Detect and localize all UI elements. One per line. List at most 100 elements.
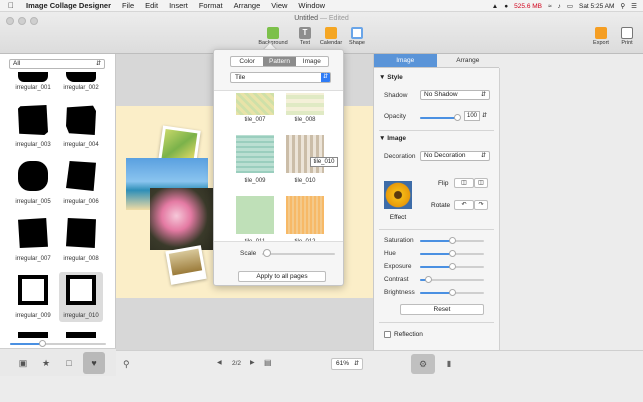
scale-slider-knob[interactable] bbox=[263, 249, 271, 257]
menu-view[interactable]: View bbox=[271, 1, 287, 10]
tile-thumb-007[interactable] bbox=[236, 93, 274, 115]
star-icon[interactable]: ★ bbox=[39, 356, 53, 370]
thumbnail-size-slider[interactable] bbox=[10, 340, 106, 347]
shape-icon bbox=[351, 27, 363, 39]
pattern-mode-select[interactable]: Tile ⇵ bbox=[230, 72, 331, 83]
shape-button[interactable]: Shape bbox=[342, 27, 372, 46]
mask-thumb-004[interactable] bbox=[66, 105, 96, 135]
disclosure-triangle-icon: ▼ bbox=[379, 135, 386, 142]
exposure-fill bbox=[420, 266, 452, 268]
tile-thumb-010[interactable] bbox=[286, 135, 324, 173]
brightness-knob[interactable] bbox=[449, 289, 456, 296]
pages-book-icon[interactable]: ▤ bbox=[264, 358, 272, 367]
apply-all-pages-button[interactable]: Apply to all pages bbox=[238, 271, 326, 282]
tab-image-inspector[interactable]: Image bbox=[374, 54, 437, 68]
print-button[interactable]: Print bbox=[612, 27, 642, 46]
document-icon[interactable]: ▮ bbox=[443, 357, 455, 371]
rotate-left-button[interactable]: ↶ bbox=[454, 200, 474, 210]
opacity-stepper[interactable]: ⇵ bbox=[482, 111, 488, 121]
saturation-knob[interactable] bbox=[449, 237, 456, 244]
app-menu[interactable]: Image Collage Designer bbox=[26, 1, 111, 10]
zoom-search-icon[interactable]: ⚲ bbox=[123, 359, 130, 370]
image-inspector: ▼ Style Shadow No Shadow ⇵ Opacity 100 ⇵… bbox=[374, 68, 500, 350]
mask-thumb-002[interactable] bbox=[66, 72, 96, 82]
mask-filter-value: All bbox=[13, 60, 21, 67]
battery-icon[interactable]: ▭ bbox=[567, 2, 573, 10]
flip-horizontal-button[interactable]: ◫ bbox=[454, 178, 474, 188]
tab-pattern[interactable]: Pattern bbox=[263, 57, 296, 66]
volume-icon[interactable]: ♪ bbox=[558, 3, 561, 10]
slider-knob[interactable] bbox=[38, 340, 46, 347]
menubar:  Image Collage Designer File Edit Inser… bbox=[0, 0, 643, 12]
style-section-header[interactable]: ▼ Style bbox=[379, 74, 403, 81]
text-label: Text bbox=[299, 40, 311, 46]
shape-label: Shape bbox=[349, 40, 365, 46]
image-section-header[interactable]: ▼ Image bbox=[379, 135, 406, 142]
menu-list-icon[interactable]: ☰ bbox=[631, 2, 637, 10]
mask-thumb-006[interactable] bbox=[66, 161, 96, 191]
mask-label-010: irregular_010 bbox=[63, 313, 99, 319]
photo-icon[interactable]: ▣ bbox=[16, 356, 30, 370]
exposure-knob[interactable] bbox=[449, 263, 456, 270]
tab-image[interactable]: Image bbox=[296, 57, 328, 66]
mask-thumb-001[interactable] bbox=[18, 72, 48, 82]
wifi-icon[interactable]: ≈ bbox=[548, 3, 552, 10]
flip-vertical-button[interactable]: ◫ bbox=[474, 178, 488, 188]
decoration-select[interactable]: No Decoration ⇵ bbox=[420, 151, 490, 161]
window-title: Untitled — Edited bbox=[0, 15, 643, 22]
gear-icon[interactable]: ⚙ bbox=[411, 354, 435, 374]
saturation-label: Saturation bbox=[384, 237, 414, 244]
memory-usage[interactable]: 525.6 MB bbox=[514, 3, 542, 10]
mask-thumb-012[interactable] bbox=[66, 332, 96, 338]
memory-icon[interactable]: ● bbox=[504, 3, 508, 10]
search-icon[interactable]: ⚲ bbox=[620, 2, 625, 10]
menu-format[interactable]: Format bbox=[199, 1, 223, 10]
effect-preview-thumbnail[interactable] bbox=[384, 181, 412, 209]
tile-thumb-012[interactable] bbox=[286, 196, 324, 234]
background-button[interactable]: Background bbox=[258, 27, 288, 46]
mask-thumb-007[interactable] bbox=[18, 218, 48, 248]
prev-page-icon[interactable]: ◀ bbox=[217, 359, 222, 366]
tile-thumb-009[interactable] bbox=[236, 135, 274, 173]
mask-thumb-008[interactable] bbox=[66, 218, 96, 248]
opacity-slider-knob[interactable] bbox=[454, 114, 461, 121]
next-page-icon[interactable]: ▶ bbox=[250, 359, 255, 366]
rotate-right-button[interactable]: ↷ bbox=[474, 200, 488, 210]
heart-icon[interactable]: ♥ bbox=[83, 352, 105, 374]
shadow-value: No Shadow bbox=[424, 91, 458, 98]
hue-knob[interactable] bbox=[449, 250, 456, 257]
contrast-knob[interactable] bbox=[424, 276, 432, 283]
mask-filter-select[interactable]: All ⇵ bbox=[9, 59, 105, 69]
contrast-label: Contrast bbox=[384, 276, 409, 283]
chevron-updown-icon: ⇵ bbox=[353, 361, 359, 367]
shadow-select[interactable]: No Shadow ⇵ bbox=[420, 90, 490, 100]
reset-button[interactable]: Reset bbox=[400, 304, 484, 315]
tab-arrange-inspector[interactable]: Arrange bbox=[436, 54, 499, 68]
mask-thumb-011[interactable] bbox=[18, 332, 48, 338]
menu-window[interactable]: Window bbox=[298, 1, 325, 10]
tile-thumb-008[interactable] bbox=[286, 93, 324, 115]
menu-insert[interactable]: Insert bbox=[169, 1, 188, 10]
mask-thumb-010[interactable] bbox=[66, 275, 96, 305]
zoom-select[interactable]: 61% ⇵ bbox=[331, 358, 363, 370]
mask-thumb-005[interactable] bbox=[18, 161, 48, 191]
clock[interactable]: Sat 5:25 AM bbox=[579, 3, 614, 10]
photo-frame-gramophone[interactable] bbox=[165, 245, 207, 285]
menu-arrange[interactable]: Arrange bbox=[234, 1, 261, 10]
mask-thumb-003[interactable] bbox=[18, 105, 48, 135]
status-icon[interactable]: ▲ bbox=[492, 3, 498, 10]
reflection-checkbox[interactable] bbox=[384, 331, 391, 338]
chevron-updown-icon: ⇵ bbox=[95, 61, 101, 67]
scale-slider[interactable] bbox=[262, 253, 335, 255]
tile-thumb-011[interactable] bbox=[236, 196, 274, 234]
apple-menu-icon[interactable]:  bbox=[8, 1, 16, 10]
tab-color[interactable]: Color bbox=[231, 57, 263, 66]
menu-file[interactable]: File bbox=[122, 1, 134, 10]
opacity-input[interactable]: 100 bbox=[464, 111, 480, 121]
decoration-value: No Decoration bbox=[424, 152, 466, 159]
mask-thumb-009[interactable] bbox=[18, 275, 48, 305]
photo-lily[interactable] bbox=[150, 188, 216, 250]
menu-edit[interactable]: Edit bbox=[145, 1, 158, 10]
frame-icon[interactable]: □ bbox=[62, 356, 76, 370]
disclosure-triangle-icon: ▼ bbox=[379, 74, 386, 81]
